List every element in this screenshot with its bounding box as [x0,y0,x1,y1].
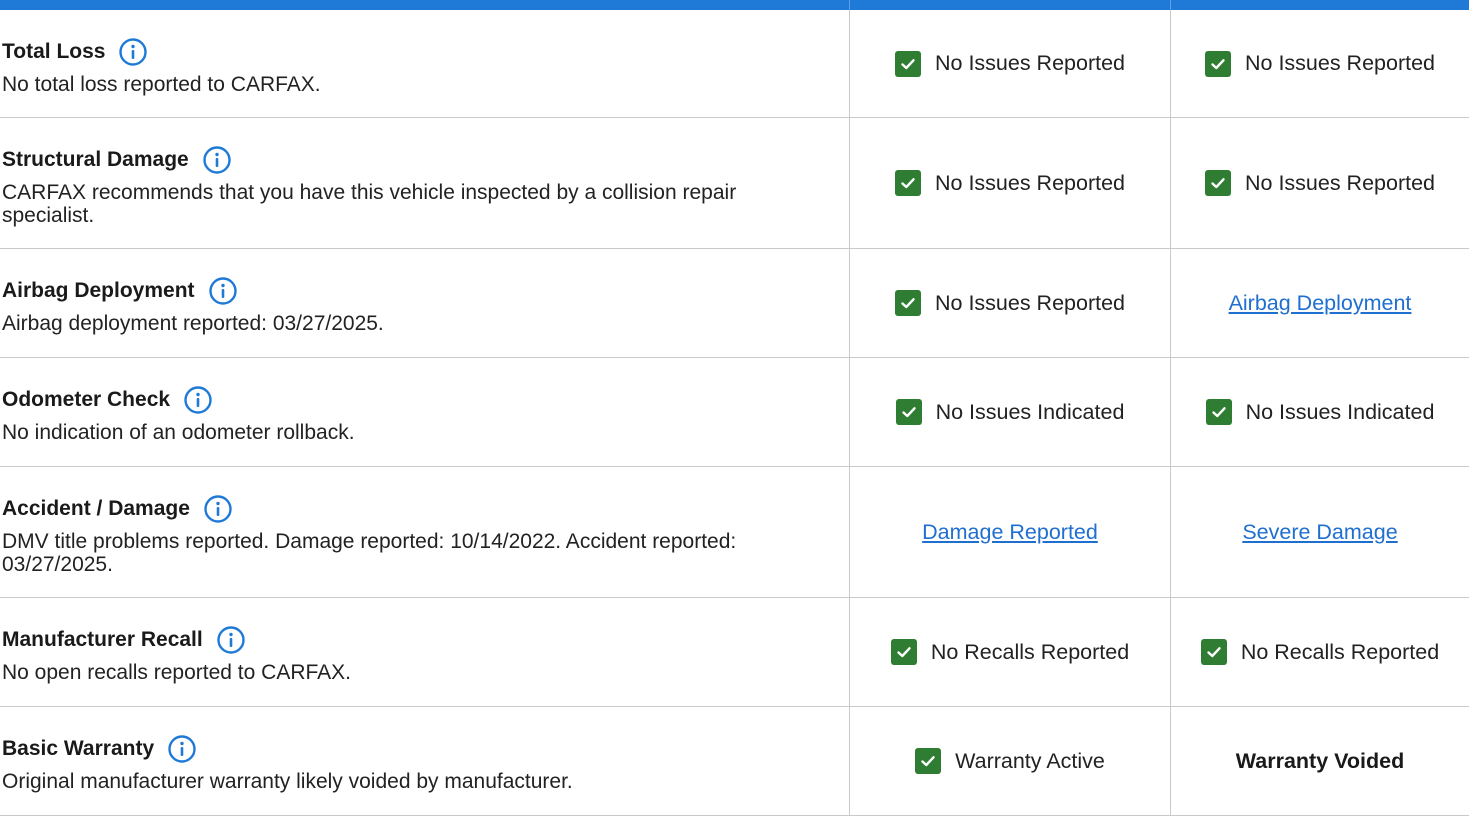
status-indicator: No Issues Reported [894,170,1125,196]
status-text: No Issues Reported [934,51,1125,75]
status-indicator: No Issues Reported [1204,50,1435,77]
header-divider [849,0,850,10]
table-header-bar [0,0,1469,10]
status-indicator: No Issues Reported [894,50,1125,77]
info-icon[interactable] [208,276,238,306]
info-icon[interactable] [203,494,233,524]
status-cell: Airbag Deployment [1170,249,1469,357]
table-row: Total Loss No total loss reported to CARF… [0,10,1469,118]
info-icon[interactable] [167,734,197,764]
status-cell: Warranty Voided [1170,707,1469,815]
checkmark-icon [1205,399,1232,425]
status-indicator: No Issues Reported [1204,170,1435,196]
check-description: Original manufacturer warranty likely vo… [2,770,573,793]
status-text: No Issues Reported [934,170,1125,195]
check-description-cell: Total Loss No total loss reported to CARF… [0,10,849,117]
check-title: Accident / Damage [2,497,190,520]
checkmark-icon [895,399,922,425]
check-description-cell: Basic Warranty Original manufacturer warr… [0,707,849,815]
info-icon[interactable] [216,625,246,655]
status-text: No Issues Indicated [1245,399,1435,424]
status-indicator: No Issues Indicated [1205,399,1435,425]
checkmark-icon [894,50,921,77]
table-row: Basic Warranty Original manufacturer warr… [0,707,1469,816]
table-row: Structural Damage CARFAX recommends that … [0,118,1469,249]
check-title: Odometer Check [2,388,171,411]
status-cell: No Issues Reported [849,249,1170,357]
info-icon[interactable] [118,37,148,67]
check-description-cell: Airbag Deployment Airbag deployment repor… [0,249,849,357]
status-link[interactable]: Damage Reported [922,520,1098,545]
check-title-line: Accident / Damage [2,494,809,524]
status-text: Warranty Voided [1235,748,1405,773]
status-text: No Recalls Reported [930,639,1130,664]
status-text: No Recalls Reported [1240,639,1440,664]
check-description: CARFAX recommends that you have this veh… [2,181,737,227]
check-title-line: Total Loss [2,37,809,67]
status-cell: Severe Damage [1170,467,1469,597]
table-row: Accident / Damage DMV title problems repo… [0,467,1469,598]
status-cell: Warranty Active [849,707,1170,815]
check-title: Manufacturer Recall [2,628,203,651]
status-cell: No Issues Reported [1170,118,1469,248]
status-text: No Issues Indicated [935,399,1125,424]
check-description: Airbag deployment reported: 03/27/2025. [2,312,384,335]
status-cell: No Recalls Reported [849,598,1170,706]
check-description-cell: Manufacturer Recall No open recalls repor… [0,598,849,706]
table-row: Odometer Check No indication of an odomet… [0,358,1469,467]
table-row: Airbag Deployment Airbag deployment repor… [0,249,1469,358]
checkmark-icon [894,290,921,316]
check-title-line: Structural Damage [2,145,809,175]
status-cell: No Issues Reported [1170,10,1469,117]
status-cell: No Issues Reported [849,118,1170,248]
check-title: Total Loss [2,40,106,63]
check-description-cell: Odometer Check No indication of an odomet… [0,358,849,466]
info-icon[interactable] [183,385,213,415]
checkmark-icon [890,639,917,665]
check-description: DMV title problems reported. Damage repo… [2,530,737,576]
info-icon[interactable] [202,145,232,175]
check-title: Airbag Deployment [2,279,195,302]
check-description: No indication of an odometer rollback. [2,421,355,444]
check-title-line: Airbag Deployment [2,276,809,306]
checkmark-icon [1200,639,1227,665]
status-text: Warranty Active [955,748,1105,773]
checkmark-icon [915,748,942,774]
status-indicator: No Issues Indicated [895,399,1125,425]
status-text: No Issues Reported [934,290,1125,315]
header-divider [1170,0,1171,10]
status-text: No Issues Reported [1244,51,1435,75]
check-title-line: Basic Warranty [2,734,809,764]
status-link[interactable]: Airbag Deployment [1229,291,1412,316]
status-indicator: Warranty Active [915,748,1105,774]
status-text: No Issues Reported [1244,170,1435,195]
checkmark-icon [894,170,921,196]
status-indicator: No Recalls Reported [890,639,1130,665]
check-description-cell: Accident / Damage DMV title problems repo… [0,467,849,597]
check-title: Basic Warranty [2,737,155,760]
check-description-cell: Structural Damage CARFAX recommends that … [0,118,849,248]
status-cell: No Issues Reported [849,10,1170,117]
status-cell: No Recalls Reported [1170,598,1469,706]
status-indicator: No Recalls Reported [1200,639,1440,665]
status-link[interactable]: Severe Damage [1242,520,1397,545]
status-cell: No Issues Indicated [1170,358,1469,466]
check-title-line: Manufacturer Recall [2,625,809,655]
status-cell: No Issues Indicated [849,358,1170,466]
check-description: No open recalls reported to CARFAX. [2,661,352,684]
check-title-line: Odometer Check [2,385,809,415]
vehicle-history-table: Total Loss No total loss reported to CARF… [0,10,1469,816]
table-row: Manufacturer Recall No open recalls repor… [0,598,1469,707]
status-indicator: No Issues Reported [894,290,1125,316]
status-cell: Damage Reported [849,467,1170,597]
checkmark-icon [1204,170,1231,196]
checkmark-icon [1204,50,1231,77]
check-title: Structural Damage [2,148,189,171]
check-description: No total loss reported to CARFAX. [2,73,321,96]
